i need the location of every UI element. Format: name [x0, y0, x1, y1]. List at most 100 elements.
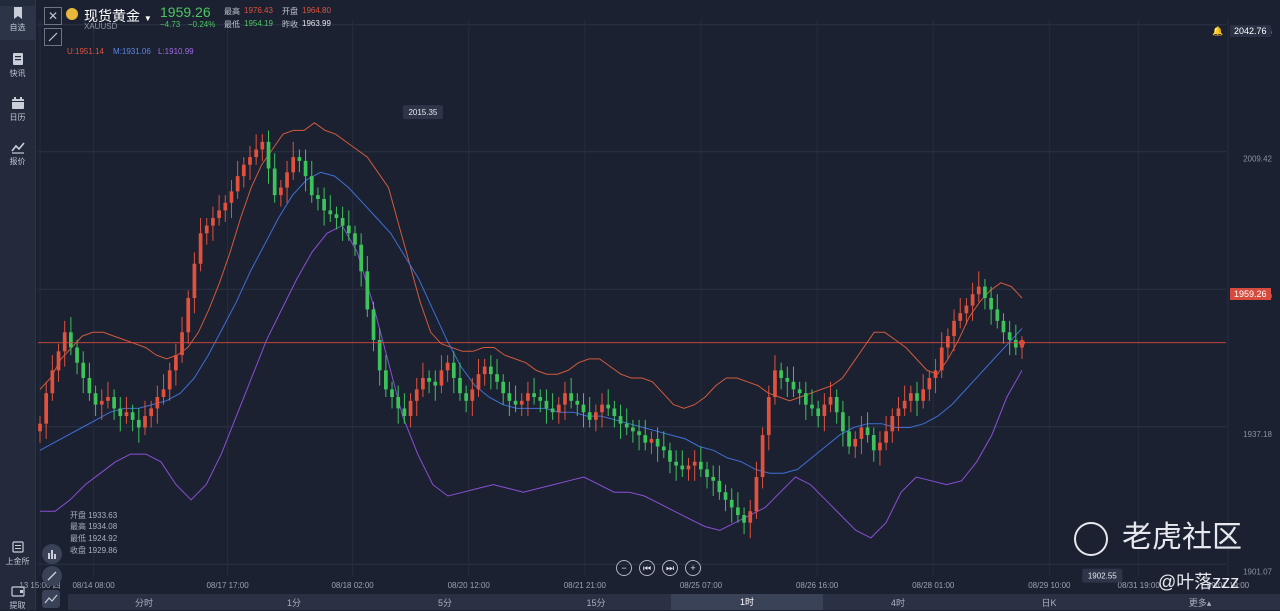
candle-body: [600, 404, 604, 413]
candle-body: [921, 389, 926, 401]
candle-body: [736, 507, 740, 516]
candle-body: [458, 377, 462, 394]
candle-body: [93, 393, 98, 405]
alert-bell-icon[interactable]: 🔔: [1208, 25, 1227, 38]
candle-body: [674, 461, 678, 466]
ohlc-high: 最高 1934.08: [70, 522, 118, 531]
candle-body: [890, 416, 895, 432]
indicator-button[interactable]: [42, 544, 62, 564]
zoom-out-button[interactable]: −: [616, 560, 632, 576]
candle-body: [377, 339, 382, 371]
candle-body: [896, 408, 901, 417]
instrument-symbol: XAUUSD: [84, 22, 118, 31]
candle-body: [161, 389, 166, 398]
tab-1hour[interactable]: 1时: [671, 594, 823, 610]
tab-4hour[interactable]: 4时: [822, 596, 974, 609]
candle-body: [501, 381, 506, 394]
candle-body: [946, 336, 950, 348]
candle-body: [668, 450, 672, 462]
candle-body: [754, 476, 759, 512]
candle-body: [766, 397, 771, 436]
candle-body: [1013, 339, 1018, 348]
tab-15min[interactable]: 15分: [520, 596, 672, 609]
candle-body: [62, 332, 67, 352]
min-price-label: 1902.55: [1088, 572, 1117, 581]
candle-body: [384, 370, 388, 390]
candle-body: [266, 141, 271, 169]
candle-body: [513, 400, 518, 405]
tab-more[interactable]: 更多▴: [1124, 596, 1276, 609]
candle-body: [1007, 332, 1012, 340]
x-tick-label: 08/28 01:00: [912, 581, 955, 590]
candle-body: [624, 423, 629, 428]
candle-body: [550, 408, 555, 413]
candle-body: [260, 141, 265, 150]
draw-button[interactable]: [42, 566, 62, 586]
zoom-in-button[interactable]: +: [685, 560, 701, 576]
candle-body: [334, 214, 339, 219]
line-chart-icon: [44, 594, 58, 604]
tab-1min[interactable]: 1分: [218, 596, 370, 609]
candle-body: [902, 400, 907, 409]
chevron-down-icon: ▼: [143, 14, 152, 23]
candle-body: [346, 225, 351, 234]
low-value: 1954.19: [244, 19, 273, 28]
candle-body: [365, 271, 370, 310]
candle-body: [705, 469, 709, 477]
candle-body: [680, 465, 685, 470]
candle-body: [519, 400, 524, 405]
candle-body: [828, 397, 833, 405]
line-tool-button[interactable]: [42, 590, 60, 608]
candle-body: [661, 446, 666, 451]
candle-body: [414, 389, 419, 401]
candle-body: [593, 412, 598, 420]
candle-body: [575, 400, 580, 405]
tiger-logo-icon: [1074, 522, 1108, 557]
tab-5min[interactable]: 5分: [369, 596, 521, 609]
lower-band-line: [40, 224, 1023, 539]
jump-start-button[interactable]: ⏮: [639, 560, 655, 576]
candle-body: [878, 442, 882, 451]
jump-end-button[interactable]: ⏭: [662, 560, 678, 576]
prev-close-value: 1963.99: [302, 19, 331, 28]
candle-body: [847, 431, 851, 447]
tab-daily[interactable]: 日K: [973, 596, 1125, 609]
candle-body: [797, 389, 802, 394]
candle-body: [779, 370, 783, 378]
x-tick-label: 08/25 07:00: [680, 581, 723, 590]
candle-body: [106, 397, 110, 401]
close-button[interactable]: ✕: [44, 7, 62, 25]
candle-body: [241, 164, 246, 177]
price-change-pct: −0.24%: [188, 20, 216, 29]
candle-body: [303, 160, 308, 177]
candle-body: [810, 404, 814, 409]
candle-body: [112, 397, 116, 409]
x-tick-label: 08/17 17:00: [206, 581, 249, 590]
candle-body: [995, 309, 1000, 321]
candle-body: [698, 461, 703, 470]
candle-body: [272, 168, 277, 196]
draw-tool-button[interactable]: [44, 28, 62, 46]
candle-body: [99, 400, 104, 405]
candle-body: [297, 157, 302, 161]
candle-body: [254, 149, 259, 158]
candle-body: [964, 305, 969, 314]
candle-body: [556, 404, 561, 413]
candle-body: [328, 210, 333, 215]
candle-body: [989, 298, 993, 310]
candle-body: [717, 480, 722, 493]
top-price-tag: 2042.76: [1230, 25, 1271, 37]
candle-body: [217, 210, 221, 219]
tab-timeshare[interactable]: 分时: [68, 596, 220, 609]
candle-body: [748, 511, 753, 523]
candle-body: [976, 286, 981, 295]
candle-body: [841, 412, 845, 432]
candle-body: [791, 381, 796, 390]
candle-body: [174, 355, 178, 371]
candle-body: [433, 381, 438, 386]
x-tick-label: 08/14 08:00: [72, 581, 115, 590]
candle-body: [87, 377, 92, 394]
candle-body: [204, 225, 209, 234]
candle-body: [56, 351, 61, 371]
candle-body: [692, 461, 697, 466]
